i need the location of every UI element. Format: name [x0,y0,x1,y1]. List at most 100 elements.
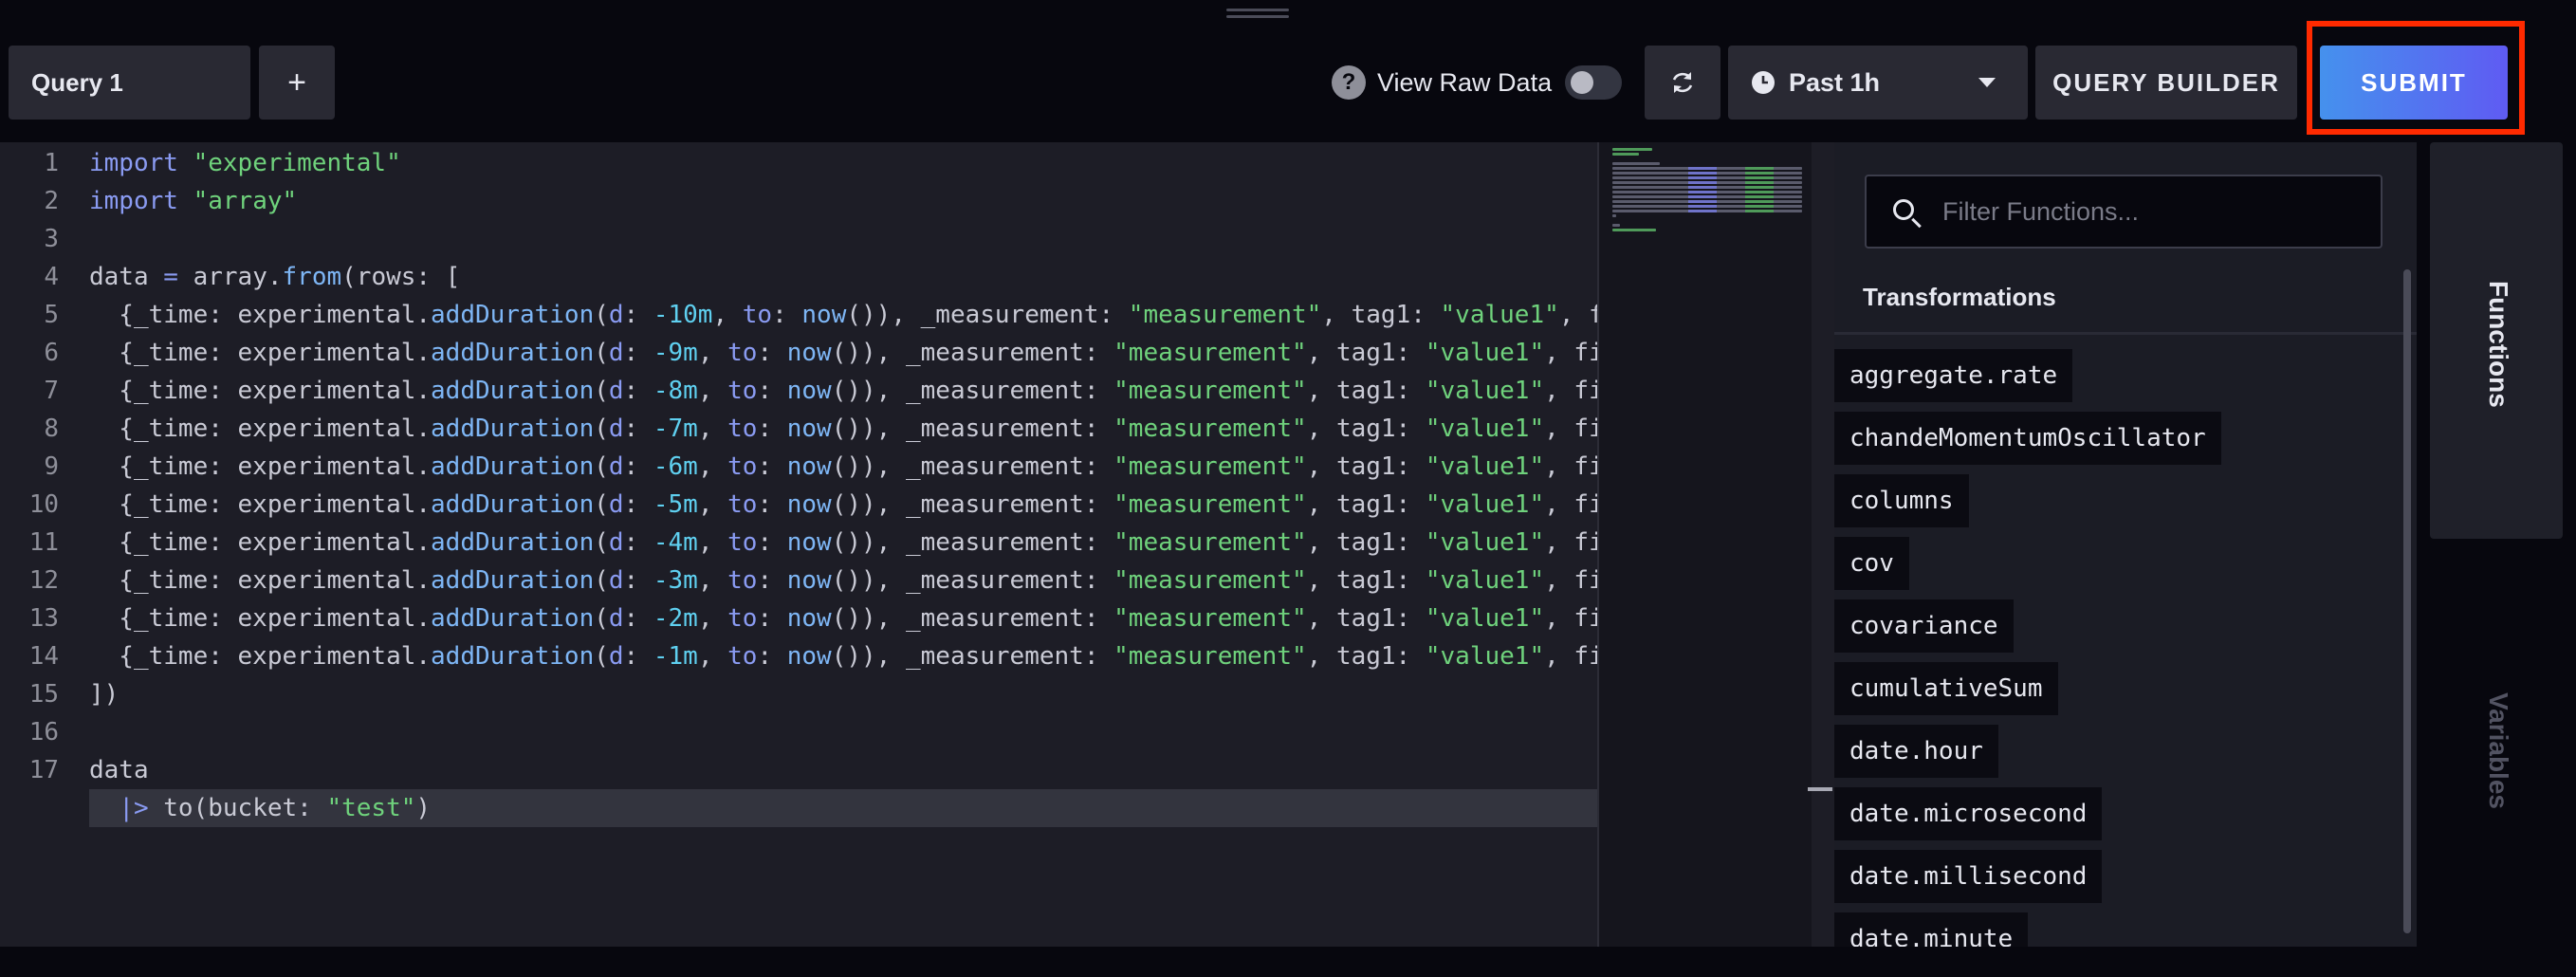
minimap-row [1612,148,1652,151]
add-query-button[interactable]: + [259,46,335,120]
function-item[interactable]: columns [1834,474,1969,527]
function-item[interactable]: date.millisecond [1834,850,2103,903]
function-item[interactable]: cov [1834,537,1909,590]
code-line[interactable]: 9 {_time: experimental.addDuration(d: -6… [0,448,1598,486]
query-tab-label: Query 1 [31,67,123,97]
code-lines: 1 import "experimental" 2 import "array" 3 4 d… [0,144,1598,827]
minimap-row [1612,229,1656,231]
minimap-row [1612,205,1802,208]
tab-variables[interactable]: Variables [2483,692,2513,809]
line-number: 3 [44,225,59,253]
function-item[interactable]: date.microsecond [1834,787,2103,840]
line-number: 16 [28,718,59,747]
line-number: 5 [44,301,59,329]
functions-scrollbar[interactable] [2403,269,2411,933]
line-number: 6 [44,339,59,367]
view-raw-data-label: View Raw Data [1377,67,1553,97]
code-text: import "experimental" [89,149,401,177]
code-line[interactable]: 10 {_time: experimental.addDuration(d: -… [0,486,1598,524]
function-item[interactable]: covariance [1834,599,2014,653]
code-text: data [89,756,149,784]
code-text: import "array" [89,187,298,215]
code-line[interactable]: 16 [0,713,1598,751]
code-line[interactable]: 7 {_time: experimental.addDuration(d: -8… [0,372,1598,410]
editor-minimap[interactable] [1597,142,1813,947]
view-raw-data-toggle[interactable] [1565,65,1623,100]
function-item[interactable]: date.hour [1834,725,1998,778]
filter-functions-input[interactable]: Filter Functions... [1865,175,2383,249]
code-line[interactable]: 11 {_time: experimental.addDuration(d: -… [0,524,1598,562]
code-line[interactable]: 2 import "array" [0,182,1598,220]
code-text: {_time: experimental.addDuration(d: -10m… [89,301,1598,329]
line-number: 13 [28,604,59,633]
code-line[interactable]: 1 import "experimental" [0,144,1598,182]
filter-functions-placeholder: Filter Functions... [1942,197,2140,226]
minimap-row [1612,210,1802,212]
line-number: 9 [44,452,59,481]
code-text: |> to(bucket: "test") [119,794,432,822]
code-line[interactable]: 17 data [0,751,1598,789]
tab-functions-label[interactable]: Functions [2483,281,2513,408]
code-text: {_time: experimental.addDuration(d: -7m,… [89,415,1598,443]
line-number: 7 [44,377,59,405]
function-item[interactable]: aggregate.rate [1834,349,2073,402]
code-text: {_time: experimental.addDuration(d: -9m,… [89,339,1598,367]
code-text: {_time: experimental.addDuration(d: -8m,… [89,377,1598,405]
code-line[interactable]: 3 [0,220,1598,258]
function-item[interactable]: cumulativeSum [1834,662,2058,715]
submit-label: SUBMIT [2361,67,2467,97]
code-line[interactable]: 5 {_time: experimental.addDuration(d: -1… [0,296,1598,334]
code-text: {_time: experimental.addDuration(d: -2m,… [89,604,1598,633]
function-item[interactable]: date.minute [1834,912,2029,947]
code-editor[interactable]: 1 import "experimental" 2 import "array" 3 4 d… [0,142,1598,947]
line-number: 8 [44,415,59,443]
time-range-dropdown[interactable]: Past 1h [1728,46,2028,120]
editor-scrollbar[interactable] [1812,142,1834,947]
time-range-label: Past 1h [1789,67,1881,97]
code-line[interactable]: 12 {_time: experimental.addDuration(d: -… [0,562,1598,599]
chevron-down-icon [1978,78,1996,87]
submit-button[interactable]: SUBMIT [2320,46,2508,120]
code-text: {_time: experimental.addDuration(d: -5m,… [89,490,1598,519]
minimap-row [1612,200,1802,203]
line-number: 15 [28,680,59,709]
code-line[interactable]: 8 {_time: experimental.addDuration(d: -7… [0,410,1598,448]
clock-icon [1752,71,1775,94]
code-line[interactable]: 6 {_time: experimental.addDuration(d: -9… [0,334,1598,372]
line-number: 17 [28,756,59,784]
section-title-transformations: Transformations [1863,283,2056,311]
function-item[interactable]: chandeMomentumOscillator [1834,412,2221,465]
minimap-row [1612,172,1802,175]
code-text: ]) [89,680,120,709]
code-text: {_time: experimental.addDuration(d: -6m,… [89,452,1598,481]
query-builder-button[interactable]: QUERY BUILDER [2035,46,2297,120]
line-number: 12 [28,566,59,595]
resize-drag-handle[interactable] [1226,9,1289,18]
code-text: {_time: experimental.addDuration(d: -4m,… [89,528,1598,557]
code-line[interactable]: 18 |> to(bucket: "test") [89,789,1598,827]
editor-scroll-position-mark [1808,787,1832,791]
code-line[interactable]: 14 {_time: experimental.addDuration(d: -… [0,637,1598,675]
refresh-button[interactable] [1645,46,1720,120]
minimap-row [1612,224,1620,227]
minimap-row [1612,214,1616,217]
code-line[interactable]: 4 data = array.from(rows: [ [0,258,1598,296]
code-line[interactable]: 13 {_time: experimental.addDuration(d: -… [0,599,1598,637]
minimap-row [1612,167,1802,170]
refresh-icon [1672,72,1693,93]
help-icon[interactable]: ? [1332,65,1366,100]
minimap-row [1612,181,1802,184]
toggle-knob [1571,71,1594,94]
minimap-row [1612,195,1802,198]
search-icon [1893,199,1914,220]
query-tab-1[interactable]: Query 1 [9,46,250,120]
line-number: 10 [28,490,59,519]
view-raw-data-control[interactable]: ? View Raw Data [1332,61,1623,104]
minimap-row [1612,191,1802,194]
code-line[interactable]: 15]) [0,675,1598,713]
minimap-row [1612,176,1802,179]
query-builder-label: QUERY BUILDER [2052,67,2280,97]
minimap-row [1612,153,1639,156]
line-number: 14 [28,642,59,671]
line-number: 1 [44,149,59,177]
